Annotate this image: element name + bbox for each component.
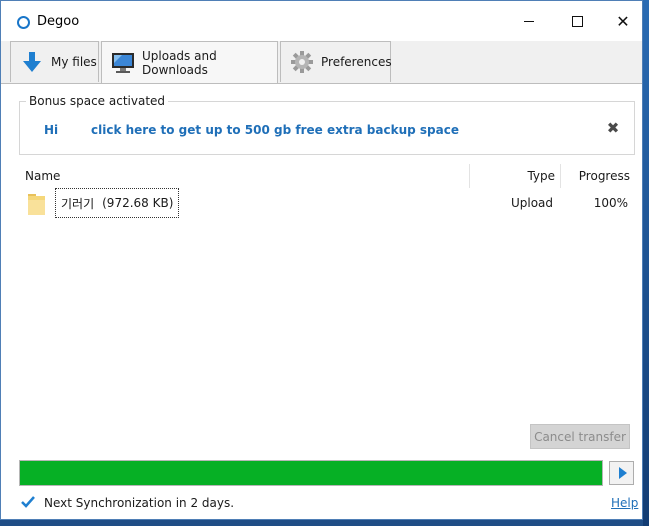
dismiss-x-icon[interactable]: ✖: [606, 121, 620, 136]
tab-uploads-and-downloads[interactable]: Uploads and Downloads: [101, 41, 278, 83]
table-row[interactable]: 기러기 (972.68 KB) Upload 100%: [19, 188, 635, 218]
bonus-greeting: Hi: [44, 123, 59, 137]
title-bar[interactable]: Degoo ✕: [1, 1, 642, 41]
window-title: Degoo: [37, 14, 80, 29]
column-header-progress[interactable]: Progress: [561, 169, 630, 183]
maximize-button[interactable]: [554, 1, 600, 41]
overall-progress-bar: [19, 460, 603, 486]
transfer-progress: 100%: [593, 196, 628, 210]
minimize-icon: [524, 20, 534, 22]
degoo-logo-icon: [17, 16, 30, 29]
tab-label: My files: [51, 55, 97, 69]
play-button[interactable]: [609, 461, 634, 485]
cancel-transfer-button[interactable]: Cancel transfer: [530, 424, 630, 449]
tab-bar: My files Uploads and Downloads Preferenc…: [1, 41, 642, 84]
desktop-background: [643, 0, 649, 526]
app-window: Degoo ✕ My files Uploads and Downloads P…: [0, 0, 643, 520]
close-button[interactable]: ✕: [600, 1, 646, 41]
bonus-legend: Bonus space activated: [26, 94, 169, 108]
file-name-cell[interactable]: 기러기 (972.68 KB): [55, 188, 180, 218]
minimize-button[interactable]: [506, 1, 552, 41]
file-name: 기러기: [61, 196, 95, 211]
file-size: (972.68 KB): [102, 196, 174, 210]
bonus-offer-link[interactable]: click here to get up to 500 gb free extr…: [91, 123, 459, 137]
gear-icon: [291, 51, 313, 73]
play-icon: [618, 467, 627, 479]
tab-label: Preferences: [321, 55, 392, 69]
checkmark-icon: [21, 496, 35, 508]
maximize-icon: [571, 15, 583, 27]
computer-monitor-icon: [112, 52, 134, 73]
uploads-panel: Bonus space activated Hi click here to g…: [1, 84, 642, 519]
column-header-name[interactable]: Name: [25, 169, 60, 183]
transfer-list-header: Name Type Progress: [19, 164, 635, 188]
close-icon: ✕: [616, 11, 630, 31]
tab-label: Uploads and Downloads: [142, 48, 217, 77]
bonus-banner: Bonus space activated Hi click here to g…: [19, 94, 635, 155]
tab-my-files[interactable]: My files: [10, 41, 99, 82]
sync-status-text: Next Synchronization in 2 days.: [44, 496, 235, 510]
tab-preferences[interactable]: Preferences: [280, 41, 392, 82]
column-header-type[interactable]: Type: [511, 169, 555, 183]
progress-fill: [20, 461, 602, 485]
folder-icon: [28, 194, 45, 215]
transfer-type: Upload: [510, 196, 553, 210]
column-divider[interactable]: [469, 164, 470, 188]
download-arrow-icon: [23, 52, 41, 72]
help-link[interactable]: Help: [611, 496, 638, 510]
